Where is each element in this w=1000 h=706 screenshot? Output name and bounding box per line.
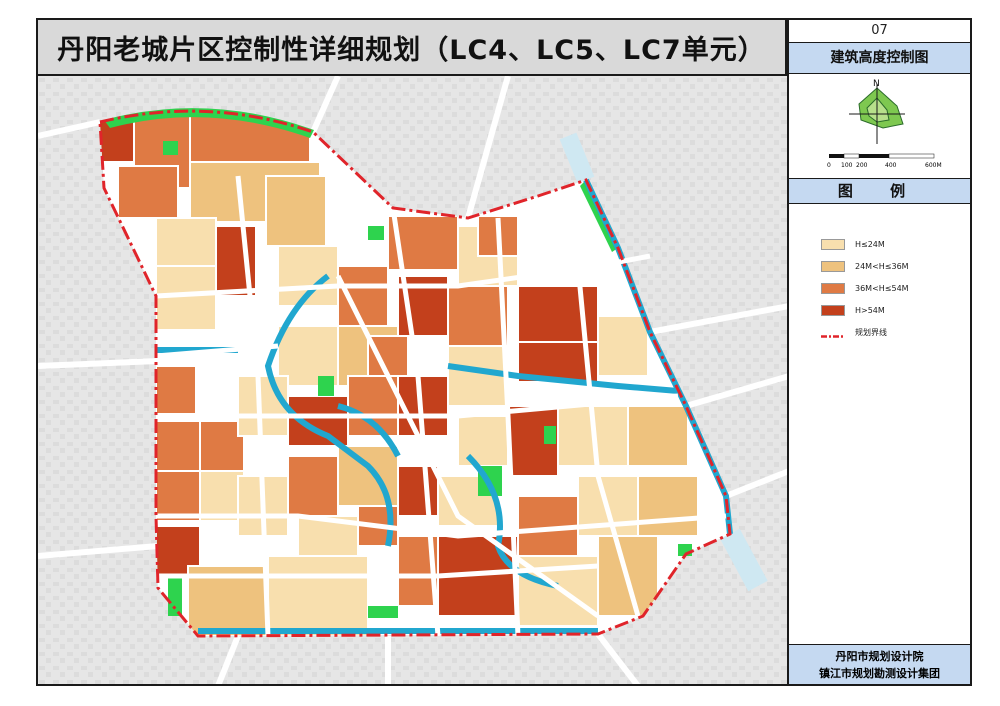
svg-text:400: 400 [885, 162, 897, 169]
sheet-number: 07 [789, 20, 970, 43]
map-title: 丹阳老城片区控制性详细规划（LC4、LC5、LC7单元） [57, 34, 766, 66]
legend-heading: 图 例 [789, 179, 970, 204]
svg-text:0: 0 [827, 162, 831, 169]
svg-text:100: 100 [841, 162, 853, 169]
compass-rose: N 0 100 200 400 600M [789, 74, 970, 179]
svg-text:200: 200 [856, 162, 868, 169]
sheet-title: 建筑高度控制图 [789, 43, 970, 74]
side-panel: 07 建筑高度控制图 N 0 100 200 400 600M 图 例 H≤24… [787, 18, 972, 686]
legend-swatch [821, 239, 845, 250]
footer-credits: 丹阳市规划设计院 镇江市规划勘测设计集团 [789, 644, 970, 684]
legend-swatch [821, 305, 845, 316]
legend-item-h36: 24M<H≤36M [821, 256, 970, 277]
svg-text:600M: 600M [925, 162, 942, 169]
north-label: N [873, 79, 880, 89]
legend-boundary-line [821, 327, 845, 338]
legend-swatch [821, 283, 845, 294]
scale-bar: 0 100 200 400 600M [827, 153, 942, 169]
legend-item-h54: 36M<H≤54M [821, 278, 970, 299]
footer-line1: 丹阳市规划设计院 [835, 650, 924, 663]
height-control-map[interactable] [38, 76, 787, 686]
legend-swatch [821, 261, 845, 272]
title-bar: 丹阳老城片区控制性详细规划（LC4、LC5、LC7单元） [36, 18, 787, 76]
legend-item-hover54: H>54M [821, 300, 970, 321]
legend-item-h24: H≤24M [821, 234, 970, 255]
legend-item-boundary: 规划界线 [821, 322, 970, 343]
footer-line2: 镇江市规划勘测设计集团 [819, 667, 940, 680]
legend: H≤24M 24M<H≤36M 36M<H≤54M H>54M 规划界线 [789, 204, 970, 343]
map-canvas[interactable] [36, 76, 787, 686]
